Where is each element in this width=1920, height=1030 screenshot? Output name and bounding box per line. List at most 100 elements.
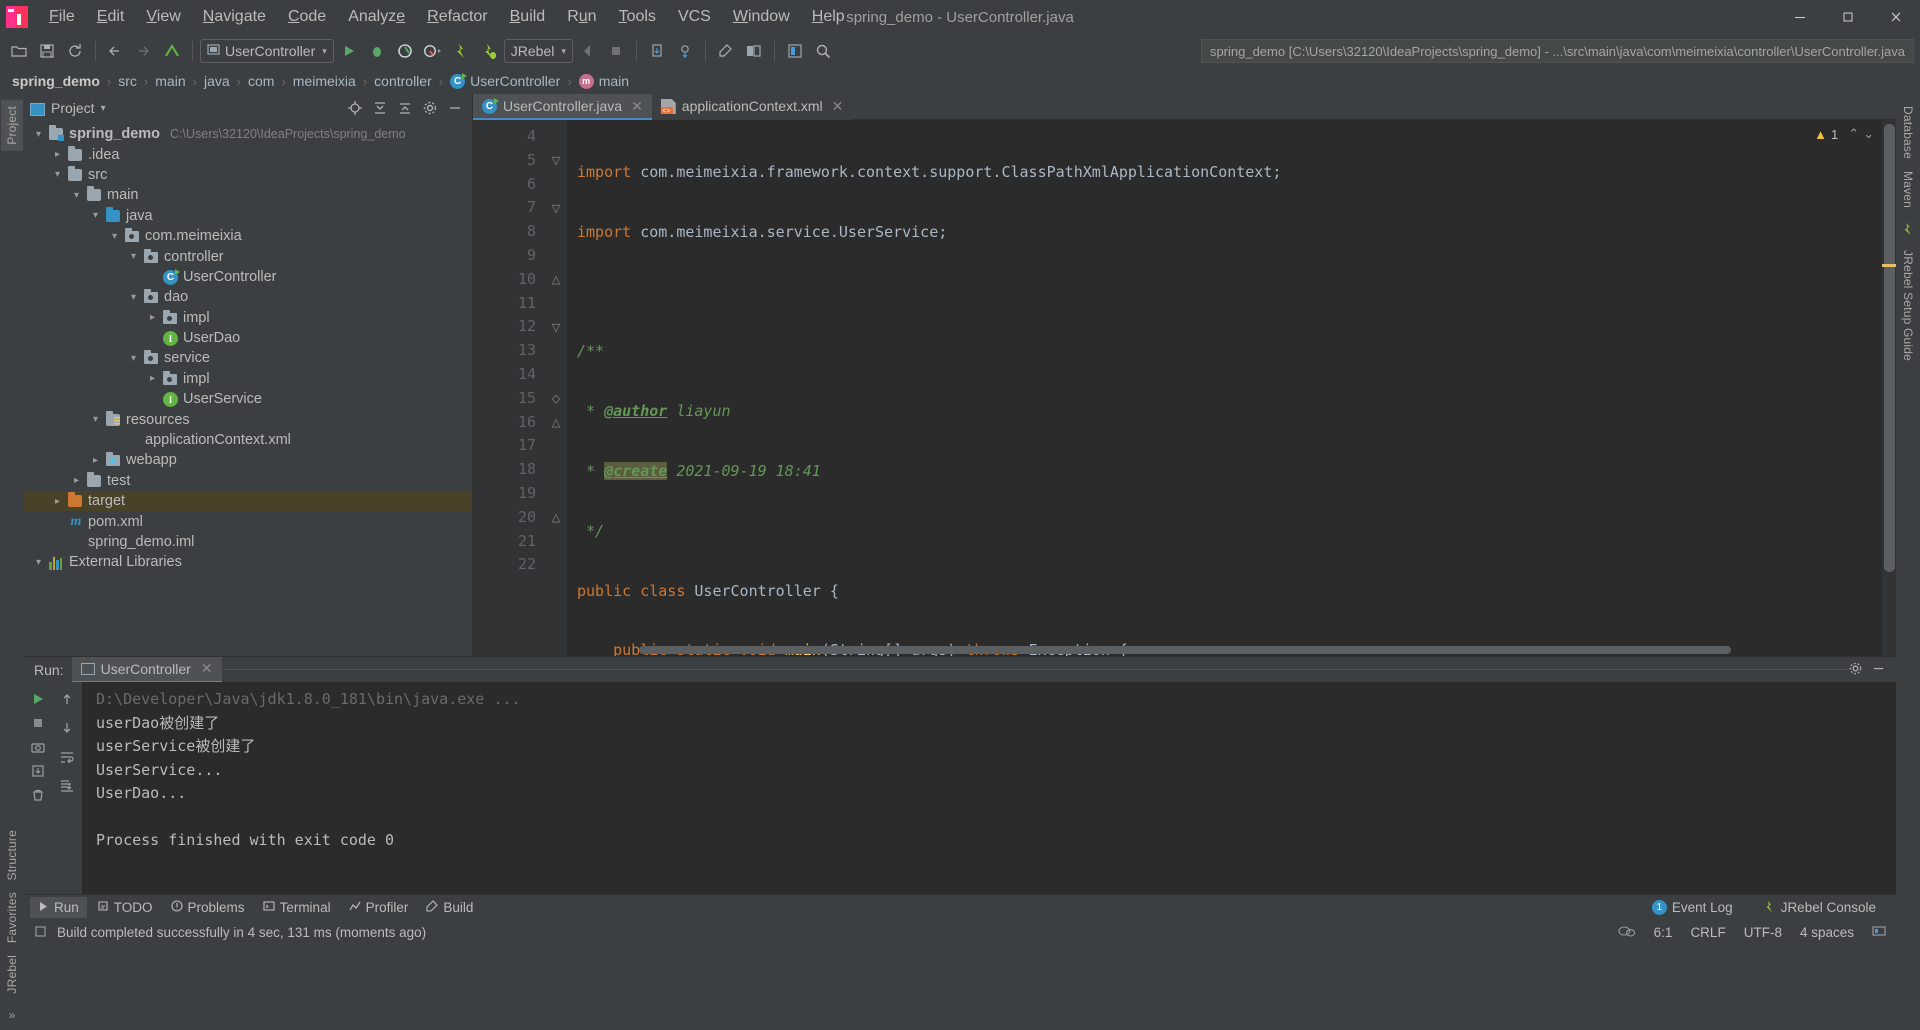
expand-arrow-icon[interactable]: ▾ (108, 231, 121, 242)
fold-marker-javadoc-open[interactable]: ▽ (545, 196, 567, 220)
menu-build[interactable]: Build (499, 5, 557, 29)
stop-icon-run[interactable] (27, 712, 49, 734)
search-everywhere-icon[interactable] (810, 38, 836, 64)
close-icon-2[interactable]: ✕ (832, 98, 844, 115)
commit-icon[interactable] (672, 38, 698, 64)
breadcrumb-item-method[interactable]: m main (577, 73, 631, 89)
fold-marker-imports[interactable]: ▽ (545, 149, 567, 173)
expand-arrow-icon[interactable]: ▾ (32, 557, 45, 568)
close-icon-runtab[interactable]: ✕ (201, 660, 213, 677)
collapse-arrow-icon[interactable]: ▸ (51, 496, 64, 507)
menu-vcs[interactable]: VCS (667, 5, 722, 29)
tree-node--idea[interactable]: ▸ .idea (24, 144, 472, 164)
breadcrumb-item-java[interactable]: java (202, 73, 232, 89)
menu-window[interactable]: Window (722, 5, 801, 29)
expand-all-icon[interactable] (394, 97, 416, 119)
hide-panel-icon[interactable] (444, 97, 466, 119)
expand-arrow-icon[interactable]: ▾ (51, 169, 64, 180)
jrebel-rail-icon[interactable] (1898, 219, 1918, 239)
fold-marker-javadoc-close[interactable]: △ (545, 268, 567, 292)
sidebar-item-jrebel[interactable]: JRebel (1, 949, 23, 1000)
menu-tools[interactable]: Tools (608, 5, 667, 29)
tree-node-impl[interactable]: ▸ impl (24, 369, 472, 389)
menu-view[interactable]: View (135, 5, 191, 29)
tree-node-webapp[interactable]: ▸ webapp (24, 450, 472, 470)
tree-node-resources[interactable]: ▾ resources (24, 409, 472, 429)
navigation-bar-path[interactable]: spring_demo [C:\Users\32120\IdeaProjects… (1200, 39, 1914, 63)
menu-run[interactable]: Run (556, 5, 607, 29)
sidebar-item-project[interactable]: Project (1, 100, 23, 151)
fold-marker-method[interactable]: ▽ (545, 315, 567, 339)
editor-marker-bar[interactable] (1882, 120, 1896, 656)
menu-file[interactable]: File (38, 5, 86, 29)
export-icon[interactable] (27, 760, 49, 782)
gear-icon[interactable] (419, 97, 441, 119)
menu-code[interactable]: Code (277, 5, 337, 29)
expand-arrow-icon[interactable]: ▾ (127, 292, 140, 303)
editor-horizontal-scrollbar[interactable] (639, 646, 1880, 654)
jrebel-console-button[interactable]: JRebel Console (1755, 897, 1884, 919)
run-tab-usercontroller[interactable]: UserController ✕ (71, 656, 222, 683)
tree-node-java[interactable]: ▾ java (24, 206, 472, 226)
scroll-to-end-icon[interactable] (56, 775, 78, 797)
fold-marker-end[interactable]: △ (545, 506, 567, 530)
breadcrumb-item-project[interactable]: spring_demo (10, 73, 102, 89)
tree-node-usercontroller[interactable]: C UserController (24, 267, 472, 287)
back-icon[interactable] (103, 38, 129, 64)
tree-node-service[interactable]: ▾ service (24, 348, 472, 368)
tree-node-pom-xml[interactable]: m pom.xml (24, 511, 472, 531)
run-button[interactable] (336, 38, 362, 64)
tool-tab-build[interactable]: Build (418, 897, 481, 918)
tree-node-controller[interactable]: ▾ controller (24, 246, 472, 266)
console-output[interactable]: D:\Developer\Java\jdk1.8.0_181\bin\java.… (82, 682, 1896, 894)
warning-marker[interactable] (1882, 264, 1896, 267)
minimize-button[interactable] (1776, 0, 1824, 34)
breadcrumb-item-controller[interactable]: controller (372, 73, 434, 89)
collapse-arrow-icon[interactable]: ▸ (51, 149, 64, 160)
tool-tab-terminal[interactable]: Terminal (255, 897, 339, 918)
chevron-down-icon-inspect[interactable]: ⌄ (1863, 126, 1874, 142)
forward-icon[interactable] (131, 38, 157, 64)
sidebar-item-database[interactable]: Database (1897, 100, 1919, 165)
expand-arrow-icon[interactable]: ▾ (89, 414, 102, 425)
sidebar-item-maven[interactable]: Maven (1897, 165, 1919, 214)
sidebar-item-favorites[interactable]: Favorites (1, 886, 23, 949)
expand-arrow-icon[interactable]: ▾ (127, 353, 140, 364)
run-with-coverage-icon[interactable] (392, 38, 418, 64)
editor-vertical-scrollbar[interactable] (1884, 124, 1895, 572)
breadcrumb-item-src[interactable]: src (116, 73, 139, 89)
expand-arrow-icon[interactable]: ▾ (70, 190, 83, 201)
last-edit-location-icon[interactable] (159, 38, 185, 64)
stop-icon[interactable] (603, 38, 629, 64)
jrebel-run-icon[interactable] (448, 38, 474, 64)
attach-debugger-icon[interactable] (575, 38, 601, 64)
tree-node-impl[interactable]: ▸ impl (24, 308, 472, 328)
editor-gutter[interactable]: 4 5 6 7 8 9 10 11 ▶ 12 (473, 120, 570, 656)
soft-wrap-icon[interactable] (56, 746, 78, 768)
tree-node-external-libraries[interactable]: ▾ External Libraries (24, 552, 472, 572)
sidebar-item-jrebel-setup-guide[interactable]: JRebel Setup Guide (1897, 244, 1919, 367)
rerun-icon[interactable] (27, 688, 49, 710)
menu-analyze[interactable]: Analyze (337, 5, 416, 29)
jrebel-selector[interactable]: JRebel ▾ (503, 39, 573, 63)
locate-icon[interactable] (344, 97, 366, 119)
run-configuration-selector[interactable]: UserController ▾ (200, 39, 334, 63)
caret-position[interactable]: 6:1 (1654, 925, 1673, 940)
git-branch-icon[interactable] (1872, 924, 1886, 941)
close-button[interactable] (1872, 0, 1920, 34)
tree-node-main[interactable]: ▾ main (24, 185, 472, 205)
maximize-button[interactable] (1824, 0, 1872, 34)
notifications-icon[interactable] (1618, 924, 1636, 941)
sync-icon[interactable] (62, 38, 88, 64)
code-editor[interactable]: 4 5 6 7 8 9 10 11 ▶ 12 (473, 120, 1896, 656)
code-text[interactable]: import com.meimeixia.framework.context.s… (567, 120, 1896, 656)
tree-node-com-meimeixia[interactable]: ▾ com.meimeixia (24, 226, 472, 246)
tool-tab-profiler[interactable]: Profiler (341, 897, 417, 918)
collapse-arrow-icon[interactable]: ▸ (146, 312, 159, 323)
open-project-icon[interactable] (6, 38, 32, 64)
profile-icon[interactable] (420, 38, 446, 64)
run-hide-icon[interactable] (1871, 661, 1886, 679)
jrebel-debug-icon[interactable] (476, 38, 502, 64)
menu-help[interactable]: Help (801, 5, 856, 29)
editor-tab-applicationcontext[interactable]: applicationContext.xml ✕ (652, 94, 853, 120)
